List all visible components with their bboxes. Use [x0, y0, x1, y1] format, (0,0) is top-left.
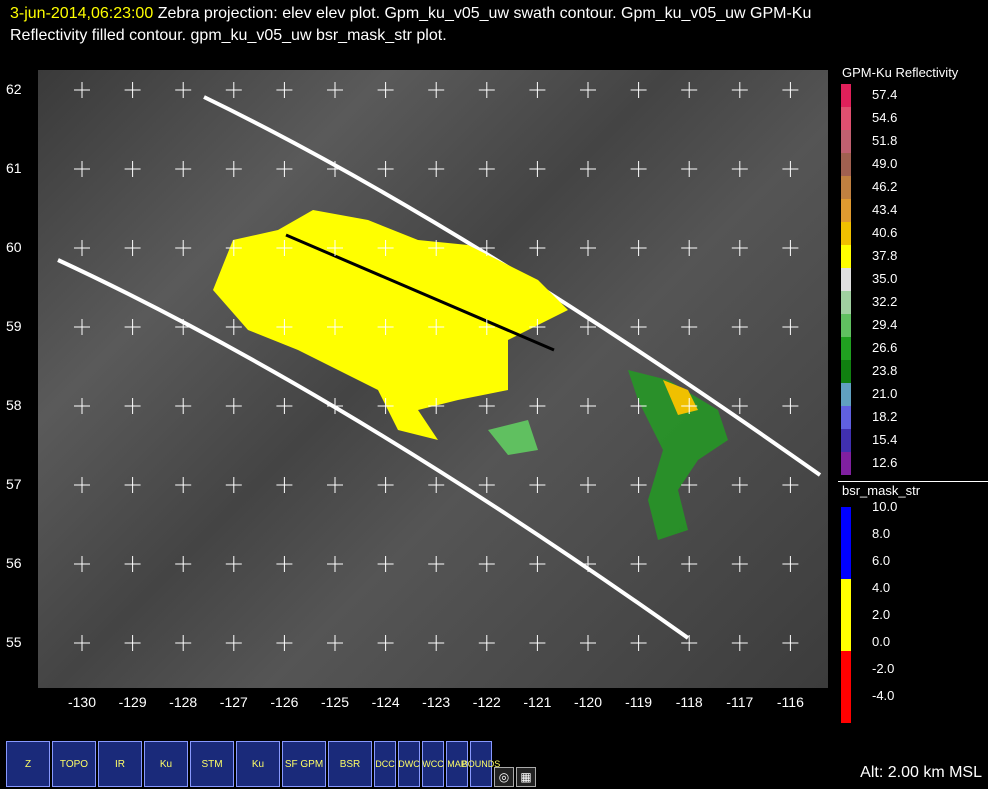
legend-swatch [841, 314, 851, 337]
legend-swatch [841, 579, 851, 615]
legend-swatch [841, 406, 851, 429]
legend-swatch [841, 199, 851, 222]
legend-label: 6.0 [872, 553, 891, 568]
legend-swatch [841, 360, 851, 383]
legend-swatch [841, 507, 851, 543]
legend-label: 40.6 [872, 225, 898, 240]
legend-label: 54.6 [872, 110, 898, 125]
legend-reflectivity: GPM-Ku Reflectivity 57.4 54.6 51.8 49.0 46.2… [838, 64, 988, 475]
longitude-label: -127 [219, 694, 248, 710]
altitude-readout: Alt: 2.00 km MSL [860, 764, 982, 781]
toolbar-button-stm[interactable]: STM [190, 741, 234, 787]
longitude-label: -119 [625, 694, 653, 710]
legend-swatch [841, 383, 851, 406]
longitude-label: -124 [371, 694, 400, 710]
toolbar-button-bounds[interactable]: BOUNDS [462, 741, 500, 787]
legend-swatch [841, 268, 851, 291]
legend-swatch [841, 543, 851, 579]
legend-label: 0.0 [872, 634, 891, 649]
legend-label: 29.4 [872, 317, 898, 332]
longitude-label: -123 [422, 694, 451, 710]
longitude-label: -117 [726, 694, 754, 710]
longitude-label: -116 [776, 694, 804, 710]
toolbar: Z TOPO IR Ku STM Ku SF GPM BSR DCC DWC WCC MAP BOUND… [6, 739, 536, 787]
longitude-label: -125 [320, 694, 350, 710]
legend-swatch [841, 245, 851, 268]
legend-label: 51.8 [872, 133, 898, 148]
legend-label: 18.2 [872, 409, 898, 424]
legend-label: -2.0 [872, 661, 895, 676]
longitude-label: -128 [169, 694, 198, 710]
title-description-line2: Reflectivity filled contour. gpm_ku_v05_… [10, 27, 447, 44]
title-description: Zebra projection: elev elev plot. Gpm_ku… [157, 5, 812, 22]
legend-label: 37.8 [872, 248, 898, 263]
legend-mask-title: bsr_mask_str [842, 483, 921, 498]
legend-swatch [841, 429, 851, 452]
map-plot-area[interactable] [38, 70, 828, 688]
grid-icon[interactable]: ▦ [516, 767, 536, 787]
map-overlay [57, 82, 822, 651]
legend-swatch [841, 337, 851, 360]
legend-label: 26.6 [872, 340, 898, 355]
legend-swatch [841, 176, 851, 199]
toolbar-button-sf-gpm[interactable]: SF GPM [282, 741, 326, 787]
legend-label: 4.0 [872, 580, 891, 595]
toolbar-button-dwc[interactable]: DWC [398, 741, 420, 787]
legend-swatch [841, 107, 851, 130]
toolbar-button-wcc[interactable]: WCC [422, 741, 444, 787]
title-timestamp: 3-jun-2014,06:23:00 [10, 5, 154, 22]
latitude-label: 61 [6, 160, 22, 176]
legend-swatch [841, 291, 851, 314]
legend-label: 8.0 [872, 526, 891, 541]
legend-label: 43.4 [872, 202, 898, 217]
longitude-label: -126 [270, 694, 299, 710]
legend-label: 49.0 [872, 156, 898, 171]
latitude-label: 57 [6, 476, 22, 492]
latitude-label: 55 [6, 634, 22, 650]
target-icon[interactable]: ◎ [494, 767, 514, 787]
longitude-label: -120 [573, 694, 603, 710]
legend-swatch [841, 222, 851, 245]
legend-swatch [841, 687, 851, 723]
echo-region-central [488, 420, 538, 455]
longitude-label: -130 [67, 694, 97, 710]
toolbar-button-ku[interactable]: Ku [236, 741, 280, 787]
latitude-label: 60 [6, 239, 22, 255]
legend-swatch [841, 452, 851, 475]
longitude-label: -129 [118, 694, 147, 710]
toolbar-button-ir[interactable]: IR [98, 741, 142, 787]
legend-label: 57.4 [872, 87, 898, 102]
toolbar-button-z[interactable]: Z [6, 741, 50, 787]
legend-swatch [841, 615, 851, 651]
toolbar-button-bsr[interactable]: BSR [328, 741, 372, 787]
latitude-label: 58 [6, 397, 22, 413]
legend-swatch [841, 651, 851, 687]
legend-label: 35.0 [872, 271, 898, 286]
legend-label: 32.2 [872, 294, 898, 309]
legend-label: -4.0 [872, 688, 895, 703]
legend-label: 2.0 [872, 607, 891, 622]
legend-label: 12.6 [872, 455, 898, 470]
legend-reflectivity-title: GPM-Ku Reflectivity [842, 65, 959, 80]
window-title: 3-jun-2014,06:23:00 Zebra projection: el… [10, 3, 830, 47]
legend-swatch [841, 130, 851, 153]
legend-swatch [841, 84, 851, 107]
legend-label: 21.0 [872, 386, 898, 401]
longitude-label: -121 [523, 694, 552, 710]
latitude-label: 59 [6, 318, 22, 334]
toolbar-button-dcc[interactable]: DCC [374, 741, 396, 787]
toolbar-button-ku[interactable]: Ku [144, 741, 188, 787]
legend-label: 15.4 [872, 432, 898, 447]
toolbar-button-topo[interactable]: TOPO [52, 741, 96, 787]
legend-swatch [841, 153, 851, 176]
legend-label: 23.8 [872, 363, 898, 378]
longitude-label: -118 [675, 694, 703, 710]
legend-label: 46.2 [872, 179, 898, 194]
legend-label: 10.0 [872, 499, 898, 514]
legend-mask: bsr_mask_str 10.0 8.0 6.0 4.0 2.0 0.0 -2.0 -4.0 [838, 481, 988, 723]
longitude-label: -122 [472, 694, 501, 710]
latitude-label: 56 [6, 555, 22, 571]
latitude-label: 62 [6, 81, 22, 97]
